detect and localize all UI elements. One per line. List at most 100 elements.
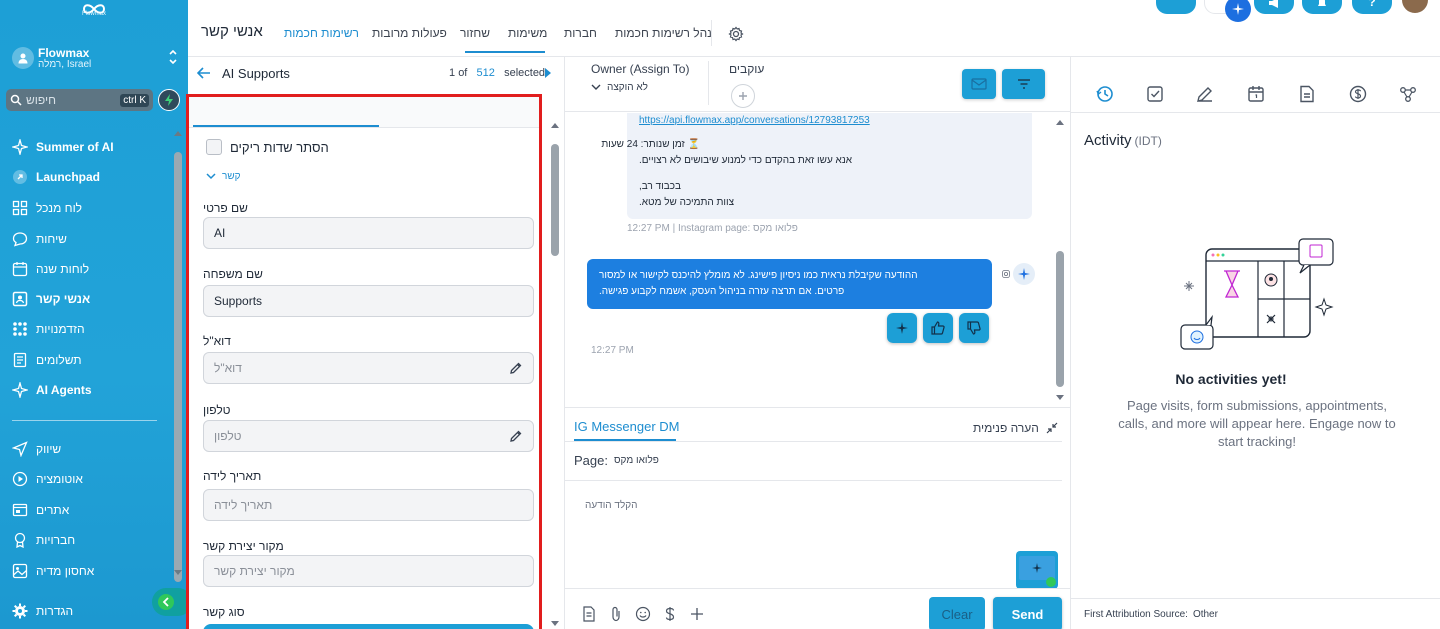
- sidebar-item-memberships[interactable]: חברויות: [12, 528, 172, 552]
- chat-icon: [12, 231, 28, 247]
- first-name-field[interactable]: AI: [203, 217, 534, 249]
- phone-call-button[interactable]: [1156, 0, 1196, 14]
- contact-type-select[interactable]: [203, 624, 534, 629]
- form-scrollbar[interactable]: [549, 120, 561, 629]
- first-name-value: AI: [214, 226, 226, 240]
- user-avatar[interactable]: [1402, 0, 1428, 13]
- settings-gear-icon[interactable]: [728, 26, 744, 42]
- workflow-icon[interactable]: [1399, 85, 1417, 103]
- hide-empty-checkbox[interactable]: [206, 139, 222, 155]
- sparkle-icon: [12, 139, 28, 155]
- ai-sparkle-icon: [1225, 0, 1251, 22]
- sidebar-item-conversations[interactable]: שיחות: [12, 227, 172, 251]
- last-name-value: Supports: [214, 294, 263, 308]
- sidebar-item-automation[interactable]: אוטומציה: [12, 467, 172, 491]
- email-field[interactable]: דוא"ל: [203, 352, 534, 384]
- back-arrow-icon[interactable]: [197, 67, 211, 79]
- rocket-icon: [12, 169, 28, 185]
- tab-tasks[interactable]: משימות: [508, 26, 547, 40]
- ai-assistant-button[interactable]: [1204, 0, 1251, 22]
- record-total: 512: [476, 67, 495, 79]
- sidebar-scroll-thumb[interactable]: [174, 152, 182, 582]
- file-icon[interactable]: [580, 605, 597, 622]
- ai-compose-button[interactable]: [1016, 551, 1058, 589]
- tab-manage-smart-lists[interactable]: נהל רשימות חכמות: [615, 26, 712, 40]
- owner-dropdown[interactable]: לא הוקצה: [591, 82, 648, 93]
- activity-history-icon[interactable]: [1096, 85, 1114, 103]
- appointment-calendar-icon[interactable]: [1247, 85, 1265, 103]
- form-scroll-thumb[interactable]: [551, 144, 559, 256]
- activity-toolbar: [1071, 57, 1440, 113]
- dashboard-icon: [12, 200, 28, 216]
- notifications-button[interactable]: [1302, 0, 1342, 14]
- sidebar-item-summer-of-ai[interactable]: Summer of AI: [12, 135, 172, 159]
- tab-companies[interactable]: חברות: [564, 26, 597, 40]
- sidebar-item-payments[interactable]: תשלומים: [12, 348, 172, 372]
- sidebar-item-media-storage[interactable]: אחסון מדיה: [12, 559, 172, 583]
- message-link[interactable]: https://api.flowmax.app/conversations/12…: [639, 113, 1020, 129]
- pencil-icon[interactable]: [509, 361, 523, 375]
- payment-link-icon[interactable]: [661, 605, 678, 622]
- tab-restore[interactable]: שחזור: [460, 26, 490, 40]
- document-icon[interactable]: [1298, 85, 1316, 103]
- emoji-icon[interactable]: [634, 605, 651, 622]
- send-button[interactable]: Send: [993, 597, 1062, 629]
- tab-internal-note[interactable]: הערה פנימית: [973, 421, 1039, 435]
- sidebar-item-contacts[interactable]: אנשי קשר: [12, 287, 172, 311]
- quick-actions-bolt-icon[interactable]: [158, 89, 180, 111]
- plus-icon: [739, 92, 747, 100]
- thumbs-up-button[interactable]: [923, 313, 953, 343]
- tab-smart-lists[interactable]: רשימות חכמות: [284, 26, 359, 40]
- note-pencil-icon[interactable]: [1196, 85, 1214, 103]
- page-value[interactable]: פלואו מקס: [614, 455, 659, 466]
- record-name: AI Supports: [222, 66, 290, 81]
- sidebar-item-label: הגדרות: [36, 604, 74, 618]
- sidebar-item-label: אנשי קשר: [36, 292, 91, 306]
- conversation-scroll-thumb[interactable]: [1056, 251, 1064, 387]
- ai-rewrite-button[interactable]: [887, 313, 917, 343]
- sidebar-search[interactable]: חיפוש ctrl K: [6, 89, 153, 111]
- payment-dollar-icon[interactable]: [1349, 85, 1367, 103]
- sidebar-item-sites[interactable]: אתרים: [12, 498, 172, 522]
- clear-button[interactable]: Clear: [929, 597, 985, 629]
- announcements-button[interactable]: [1254, 0, 1294, 14]
- sidebar-item-settings[interactable]: הגדרות: [12, 599, 172, 623]
- sidebar-item-dashboard[interactable]: לוח מנכל: [12, 196, 172, 220]
- contact-source-label: מקור יצירת קשר: [203, 539, 284, 553]
- phone-field[interactable]: טלפון: [203, 420, 534, 452]
- add-follower-button[interactable]: [731, 84, 755, 108]
- sidebar-item-marketing[interactable]: שיווק: [12, 437, 172, 461]
- birthdate-field[interactable]: תאריך לידה: [203, 489, 534, 521]
- instagram-icon: [1002, 270, 1010, 278]
- sidebar-item-label: אחסון מדיה: [36, 564, 95, 578]
- help-button[interactable]: ?: [1352, 0, 1392, 14]
- email-view-button[interactable]: [962, 69, 996, 99]
- section-contact[interactable]: קשר: [206, 171, 241, 182]
- account-switcher[interactable]: Flowmax רמלה, Israel: [6, 40, 182, 76]
- contact-source-placeholder: מקור יצירת קשר: [214, 564, 295, 578]
- sidebar-item-label: לוחות שנה: [36, 262, 90, 276]
- task-checkbox-icon[interactable]: [1146, 85, 1164, 103]
- activity-timezone: (IDT): [1134, 134, 1162, 148]
- ai-agents-icon: [12, 382, 28, 398]
- collapse-arrows-icon[interactable]: [1046, 422, 1058, 434]
- message-input[interactable]: הקלד הודעה: [585, 500, 638, 511]
- attachment-icon[interactable]: [607, 605, 624, 622]
- hide-empty-fields-toggle[interactable]: הסתר שדות ריקים: [206, 139, 329, 155]
- sidebar-item-calendars[interactable]: לוחות שנה: [12, 257, 172, 281]
- sidebar-item-opportunities[interactable]: הזדמנויות: [12, 317, 172, 341]
- sidebar-item-ai-agents[interactable]: AI Agents: [12, 378, 172, 402]
- contact-source-field[interactable]: מקור יצירת קשר: [203, 555, 534, 587]
- conversation-scrollbar[interactable]: [1053, 117, 1067, 405]
- next-record-icon[interactable]: [545, 68, 551, 78]
- pencil-icon[interactable]: [509, 429, 523, 443]
- plus-icon[interactable]: [688, 605, 705, 622]
- sidebar-scrollbar[interactable]: [172, 128, 184, 582]
- sidebar-item-launchpad[interactable]: Launchpad: [12, 165, 172, 189]
- record-header: AI Supports 1 of 512 selected: [188, 57, 563, 94]
- thumbs-down-button[interactable]: [959, 313, 989, 343]
- last-name-field[interactable]: Supports: [203, 285, 534, 317]
- tab-ig-messenger-dm[interactable]: IG Messenger DM: [574, 419, 679, 434]
- filter-button[interactable]: [1002, 69, 1045, 99]
- tab-bulk-actions[interactable]: פעולות מרובות: [372, 26, 447, 40]
